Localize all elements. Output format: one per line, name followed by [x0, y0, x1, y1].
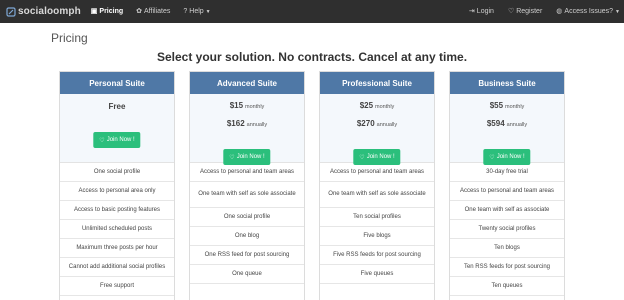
join-now-button[interactable]: ♡ Join Now ! [483, 149, 531, 165]
feature-item: One social profile [190, 208, 304, 227]
feature-item: Ten RSS feeds for post sourcing [450, 258, 564, 277]
nav-login-label: Login [476, 8, 494, 15]
top-navbar: socialoomph ▣ Pricing ✿ Affiliates ? Hel… [0, 0, 624, 23]
feature-list: One social profile Access to personal ar… [60, 163, 174, 296]
join-now-label: Join Now ! [106, 137, 135, 143]
feature-item: One RSS feed for post sourcing [190, 246, 304, 265]
brand-name: socialoomph [18, 6, 81, 17]
monthly-price-amount: $55 [489, 101, 504, 110]
monthly-price-unit: monthly [245, 104, 265, 110]
plan-title: Business Suite [450, 72, 564, 94]
join-now-label: Join Now ! [366, 154, 395, 160]
brand-logo-link[interactable]: socialoomph [6, 0, 81, 23]
feature-list: 30-day free trial Access to personal and… [450, 163, 564, 296]
login-icon: ⇥ [468, 8, 475, 15]
monthly-price-unit: monthly [505, 104, 525, 110]
nav-pricing-label: Pricing [99, 8, 124, 15]
feature-item: One team with self as sole associate [320, 182, 434, 208]
feature-item: Five queues [320, 265, 434, 284]
plan-title: Advanced Suite [190, 72, 304, 94]
nav-register-label: Register [516, 8, 543, 15]
heart-icon: ♡ [489, 154, 495, 161]
page-title: Pricing [51, 31, 88, 45]
plan-pricing: $25 monthly $270 annually ♡ Join Now ! [320, 94, 434, 165]
feature-item: Access to personal area only [60, 182, 174, 201]
join-now-button[interactable]: ♡ Join Now ! [93, 132, 141, 148]
feature-item: One blog [190, 227, 304, 246]
plan-price: Free [108, 102, 126, 111]
annual-price-unit: annually [246, 122, 268, 128]
calendar-icon: ▣ [90, 8, 98, 15]
nav-help[interactable]: ? Help ▼ [183, 0, 210, 23]
feature-list: Access to personal and team areas One te… [190, 163, 304, 284]
feature-item: One social profile [60, 163, 174, 182]
annual-price-amount: $270 [356, 119, 375, 128]
nav-access-issues-label: Access Issues? [564, 8, 614, 15]
chevron-down-icon: ▼ [615, 8, 620, 15]
feature-item: Ten social profiles [320, 208, 434, 227]
nav-register[interactable]: ♡ Register [508, 0, 542, 23]
nav-affiliates-label: Affiliates [144, 8, 171, 15]
feature-item: Five blogs [320, 227, 434, 246]
nav-access-issues[interactable]: ◍ Access Issues? ▼ [556, 0, 620, 23]
feature-item: Five RSS feeds for post sourcing [320, 246, 434, 265]
nav-pricing[interactable]: ▣ Pricing [91, 0, 123, 23]
feature-item: One queue [190, 265, 304, 284]
nav-help-label: Help [189, 8, 204, 15]
join-now-label: Join Now ! [236, 154, 265, 160]
annual-price-unit: annually [506, 122, 528, 128]
feature-item: 30-day free trial [450, 163, 564, 182]
nav-login[interactable]: ⇥ Login [469, 0, 494, 23]
chevron-down-icon: ▼ [205, 8, 211, 15]
annual-price: $270 annually [320, 119, 434, 128]
heart-icon: ♡ [507, 8, 515, 15]
plan-card-advanced: Advanced Suite $15 monthly $162 annually ♡… [189, 71, 305, 300]
plan-pricing: $15 monthly $162 annually ♡ Join Now ! [190, 94, 304, 165]
annual-price-amount: $594 [486, 119, 505, 128]
plan-pricing: $55 monthly $594 annually ♡ Join Now ! [450, 94, 564, 165]
annual-price: $162 annually [190, 119, 304, 128]
plan-title: Professional Suite [320, 72, 434, 94]
feature-item: Unlimited scheduled posts [60, 220, 174, 239]
feature-item: Access to personal and team areas [320, 163, 434, 182]
feature-item: Cannot add additional social profiles [60, 258, 174, 277]
feature-item: Ten queues [450, 277, 564, 296]
feature-item: One team with self as sole associate [190, 182, 304, 208]
globe-icon: ◍ [556, 8, 563, 15]
annual-price-unit: annually [376, 122, 398, 128]
monthly-price-amount: $15 [229, 101, 244, 110]
gift-icon: ✿ [136, 8, 143, 15]
plan-title: Personal Suite [60, 72, 174, 94]
join-now-button[interactable]: ♡ Join Now ! [223, 149, 271, 165]
feature-list: Access to personal and team areas One te… [320, 163, 434, 284]
heart-icon: ♡ [99, 137, 105, 144]
feature-item: Free support [60, 277, 174, 296]
heart-icon: ♡ [229, 154, 235, 161]
plan-card-personal: Personal Suite Free ♡ Join Now ! One soc… [59, 71, 175, 300]
socialoomph-logo-icon [6, 6, 16, 17]
nav-affiliates[interactable]: ✿ Affiliates [136, 0, 170, 23]
monthly-price-amount: $25 [359, 101, 374, 110]
feature-item: Access to basic posting features [60, 201, 174, 220]
feature-item: One team with self as associate [450, 201, 564, 220]
monthly-price: $55 monthly [450, 101, 564, 110]
annual-price: $594 annually [450, 119, 564, 128]
monthly-price: $15 monthly [190, 101, 304, 110]
monthly-price-unit: monthly [375, 104, 395, 110]
annual-price-amount: $162 [226, 119, 245, 128]
join-now-button[interactable]: ♡ Join Now ! [353, 149, 401, 165]
join-now-label: Join Now ! [496, 154, 525, 160]
monthly-price: $25 monthly [320, 101, 434, 110]
plan-card-professional: Professional Suite $25 monthly $270 annual… [319, 71, 435, 300]
feature-item: Ten blogs [450, 239, 564, 258]
plan-card-business: Business Suite $55 monthly $594 annually ♡… [449, 71, 565, 300]
plan-pricing: Free ♡ Join Now ! [60, 94, 174, 163]
feature-item: Twenty social profiles [450, 220, 564, 239]
feature-item: Access to personal and team areas [190, 163, 304, 182]
feature-item: Access to personal and team areas [450, 182, 564, 201]
feature-item: Maximum three posts per hour [60, 239, 174, 258]
page-subtitle: Select your solution. No contracts. Canc… [156, 50, 468, 64]
heart-icon: ♡ [359, 154, 365, 161]
question-circle-icon: ? [183, 8, 188, 15]
